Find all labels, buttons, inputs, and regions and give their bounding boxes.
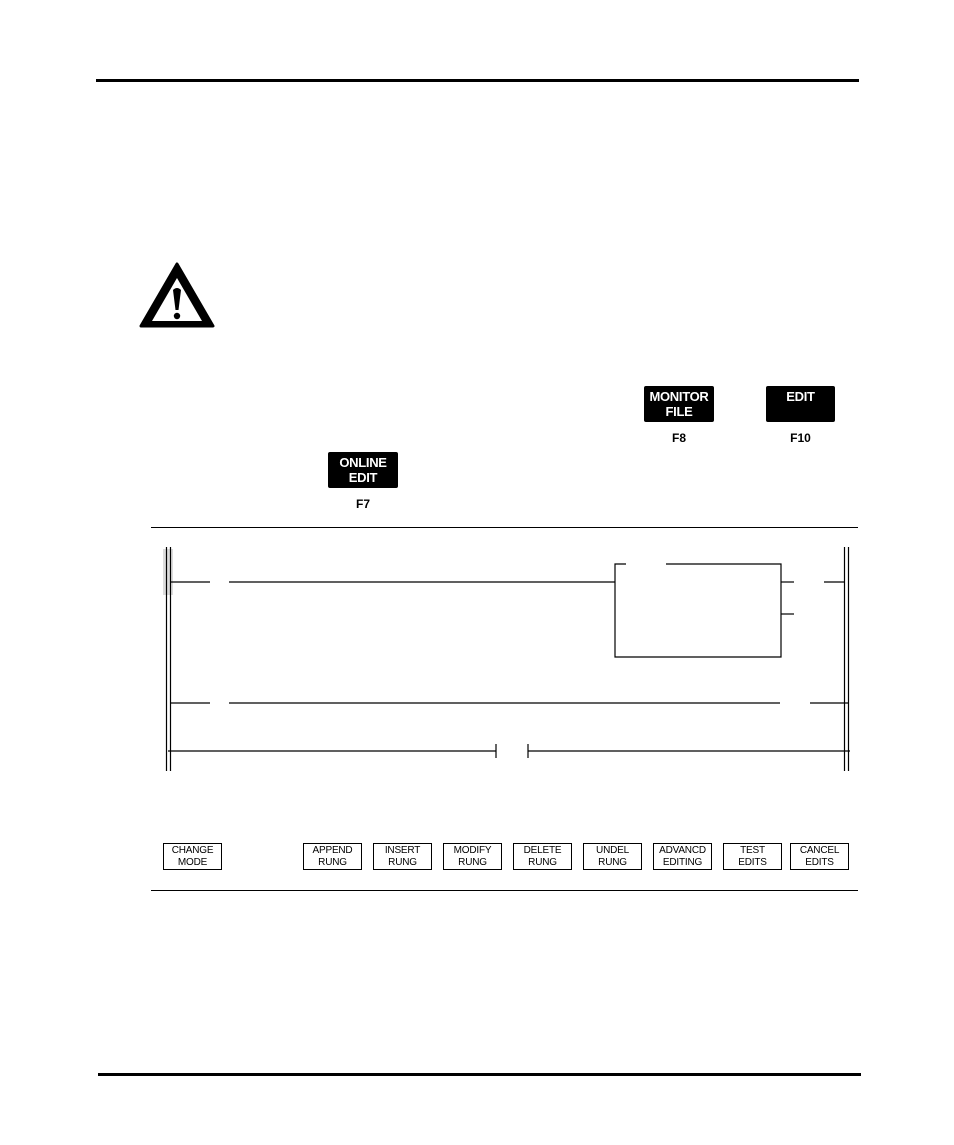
- softkey-line1: DELETE: [523, 845, 562, 856]
- softkey-delete-rung[interactable]: DELETE RUNG: [513, 843, 572, 870]
- softkey-line2: RUNG: [598, 856, 627, 868]
- softkey-line1: TEST: [740, 845, 765, 856]
- softkey-line2: RUNG: [458, 856, 487, 868]
- softkey-line1: APPEND: [312, 845, 353, 856]
- rung-cursor: [163, 549, 173, 595]
- softkey-line1: UNDEL: [596, 845, 629, 856]
- softkey-line1: CHANGE: [171, 845, 214, 856]
- softkey-modify-rung[interactable]: MODIFY RUNG: [443, 843, 502, 870]
- edit-fkey-label: F10: [790, 431, 811, 445]
- online-edit-key-line2: EDIT: [348, 470, 378, 485]
- monitor-file-key: MONITOR FILE: [644, 386, 714, 422]
- monitor-file-key-line2: FILE: [665, 404, 693, 419]
- function-block: [614, 563, 782, 658]
- softkey-advanced-editing[interactable]: ADVANCD EDITING: [653, 843, 712, 870]
- ladder-diagram: [163, 547, 850, 771]
- monitor-file-key-line1: MONITOR: [649, 389, 709, 404]
- online-edit-key: ONLINE EDIT: [328, 452, 398, 488]
- monitor-file-fkey-label: F8: [671, 431, 686, 445]
- edit-key-line1: EDIT: [786, 389, 815, 404]
- softkey-cancel-edits[interactable]: CANCEL EDITS: [790, 843, 849, 870]
- softkey-line2: EDITS: [738, 856, 767, 868]
- softkey-line2: RUNG: [528, 856, 557, 868]
- softkey-change-mode[interactable]: CHANGE MODE: [163, 843, 222, 870]
- softkey-append-rung[interactable]: APPEND RUNG: [303, 843, 362, 870]
- softkey-line1: CANCEL: [799, 845, 840, 856]
- edit-key: EDIT: [766, 386, 835, 422]
- softkey-line2: EDITING: [662, 856, 703, 868]
- online-edit-fkey-label: F7: [355, 497, 370, 511]
- footer-rule: [98, 1073, 861, 1076]
- softkey-line1: MODIFY: [453, 845, 492, 856]
- softkey-line2: RUNG: [318, 856, 347, 868]
- softkey-insert-rung[interactable]: INSERT RUNG: [373, 843, 432, 870]
- softkey-undel-rung[interactable]: UNDEL RUNG: [583, 843, 642, 870]
- softkey-line1: ADVANCD: [659, 845, 706, 856]
- header-rule: [96, 79, 859, 82]
- softkey-line2: RUNG: [388, 856, 417, 868]
- softkey-line2: MODE: [177, 856, 208, 868]
- screen-bottom-rule: [151, 890, 858, 891]
- softkey-line2: EDITS: [805, 856, 834, 868]
- online-edit-key-line1: ONLINE: [339, 455, 387, 470]
- warning-triangle-icon: [139, 262, 215, 328]
- softkey-test-edits[interactable]: TEST EDITS: [723, 843, 782, 870]
- softkey-line1: INSERT: [384, 845, 421, 856]
- screen-top-rule: [151, 527, 858, 528]
